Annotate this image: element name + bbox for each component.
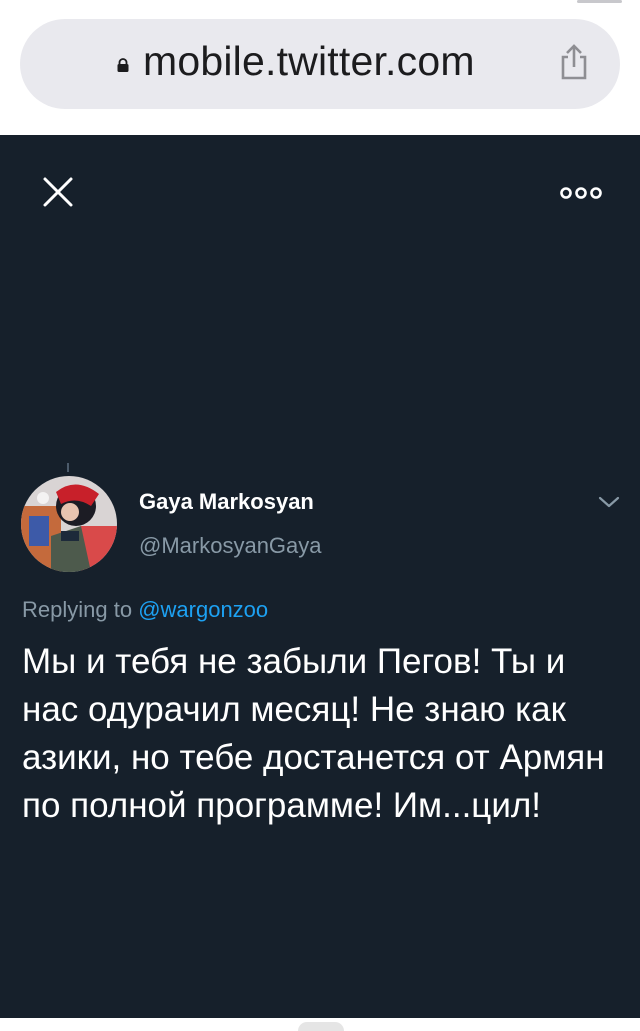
share-icon[interactable]: [558, 44, 590, 80]
mention-link[interactable]: @wargonzoo: [138, 597, 268, 622]
chevron-down-icon[interactable]: [598, 495, 620, 509]
user-handle[interactable]: @MarkosyanGaya: [139, 533, 322, 559]
display-name[interactable]: Gaya Markosyan: [139, 489, 314, 515]
close-icon[interactable]: [40, 174, 76, 210]
browser-bar: mobile.twitter.com: [0, 0, 640, 135]
status-indicator: [577, 0, 622, 3]
thread-connector: [67, 463, 69, 472]
more-options-icon[interactable]: [560, 186, 602, 200]
replying-prefix: Replying to: [22, 597, 139, 622]
home-indicator: [298, 1022, 344, 1031]
lock-icon: [117, 58, 129, 72]
avatar[interactable]: [21, 476, 117, 572]
replying-to: Replying to @wargonzoo: [22, 597, 268, 623]
url-text[interactable]: mobile.twitter.com: [143, 38, 475, 85]
tweet-viewer: [0, 135, 640, 1018]
tweet-text: Мы и тебя не забыли Пегов! Ты и нас одур…: [22, 642, 605, 825]
